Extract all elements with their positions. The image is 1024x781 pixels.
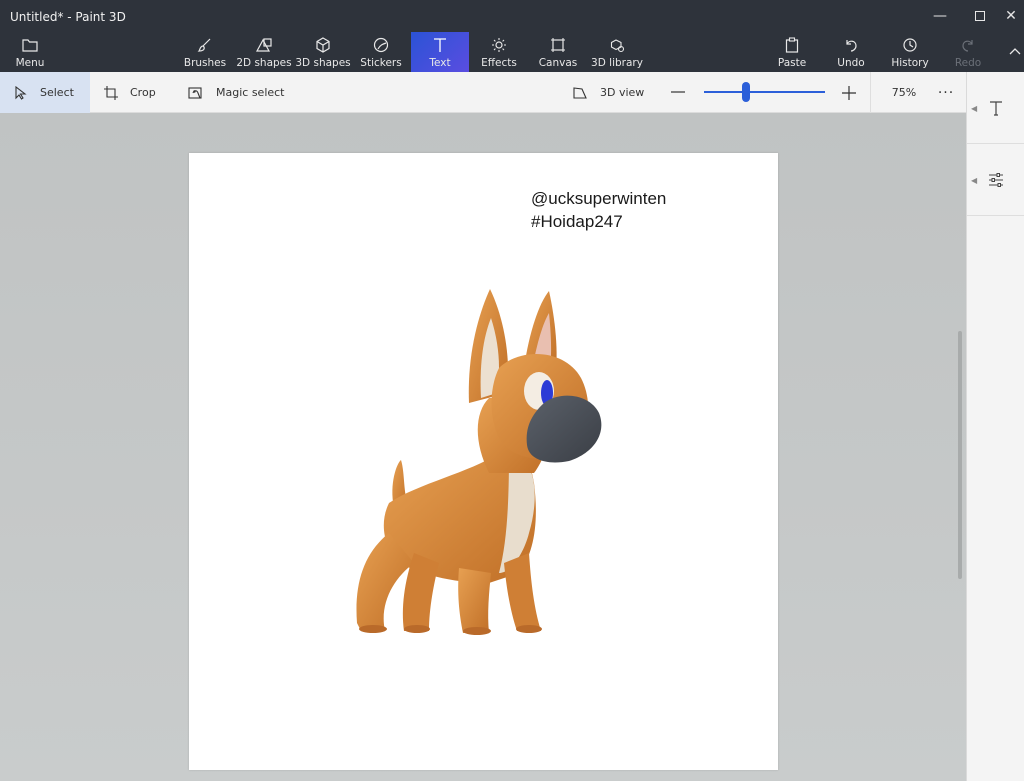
tool-label: 3D shapes bbox=[295, 57, 351, 69]
crop-button[interactable]: Crop bbox=[104, 72, 156, 113]
select-label: Select bbox=[40, 86, 74, 99]
sun-icon bbox=[488, 35, 510, 55]
workspace: @ucksuperwinten #Hoidap247 bbox=[0, 113, 966, 781]
sliders-icon bbox=[989, 172, 1003, 187]
collapse-ribbon-button[interactable] bbox=[1006, 42, 1024, 60]
cursor-icon bbox=[15, 85, 27, 100]
tool-2d-shapes[interactable]: 2D shapes bbox=[236, 32, 292, 72]
shapes-2d-icon bbox=[253, 35, 275, 55]
tool-label: 2D shapes bbox=[236, 57, 292, 69]
brush-icon bbox=[194, 35, 216, 55]
tool-label: Brushes bbox=[183, 57, 227, 69]
adjustments-panel-button[interactable]: ◀ bbox=[967, 144, 1024, 216]
history-label: History bbox=[891, 57, 929, 69]
menu-button[interactable]: Menu bbox=[10, 32, 50, 72]
redo-button[interactable]: Redo bbox=[950, 32, 986, 72]
tool-label: Text bbox=[429, 57, 451, 69]
tool-text[interactable]: Text bbox=[411, 32, 469, 72]
tool-label: 3D library bbox=[591, 57, 643, 69]
zoom-percentage[interactable]: 75% bbox=[880, 72, 928, 113]
undo-label: Undo bbox=[837, 57, 865, 69]
ribbon: Untitled* - Paint 3D — ✕ Menu Brushes 2D… bbox=[0, 0, 1024, 72]
redo-icon bbox=[957, 35, 979, 55]
view-3d-button[interactable]: 3D view bbox=[572, 72, 644, 113]
more-options-button[interactable]: ··· bbox=[936, 72, 956, 113]
zoom-out-button[interactable] bbox=[670, 84, 686, 100]
clipboard-icon bbox=[781, 35, 803, 55]
window-title: Untitled* - Paint 3D bbox=[10, 10, 126, 24]
tool-effects[interactable]: Effects bbox=[476, 32, 522, 72]
drawing-canvas[interactable]: @ucksuperwinten #Hoidap247 bbox=[189, 153, 778, 770]
magic-select-label: Magic select bbox=[216, 86, 285, 99]
minimize-button[interactable]: — bbox=[918, 4, 962, 28]
text-icon bbox=[429, 35, 451, 55]
tool-label: Canvas bbox=[538, 57, 578, 69]
view-3d-label: 3D view bbox=[600, 86, 645, 99]
expand-arrow-icon: ◀ bbox=[971, 176, 978, 185]
tool-canvas[interactable]: Canvas bbox=[536, 32, 580, 72]
history-icon bbox=[899, 35, 921, 55]
undo-icon bbox=[840, 35, 862, 55]
minus-icon bbox=[671, 91, 685, 93]
magic-select-button[interactable]: Magic select bbox=[188, 72, 285, 113]
zoom-in-button[interactable] bbox=[840, 84, 858, 102]
tool-stickers[interactable]: Stickers bbox=[356, 32, 406, 72]
maximize-button[interactable] bbox=[958, 4, 1002, 28]
crop-label: Crop bbox=[130, 86, 156, 99]
menu-label: Menu bbox=[15, 57, 45, 69]
paste-label: Paste bbox=[777, 57, 807, 69]
redo-label: Redo bbox=[954, 57, 982, 69]
tool-3d-shapes[interactable]: 3D shapes bbox=[295, 32, 351, 72]
tool-brushes[interactable]: Brushes bbox=[180, 32, 230, 72]
cube-icon bbox=[312, 35, 334, 55]
zoom-slider-thumb[interactable] bbox=[742, 82, 751, 102]
view-3d-icon bbox=[573, 86, 587, 99]
sticker-icon bbox=[370, 35, 392, 55]
side-panel: ◀ ◀ bbox=[966, 72, 1024, 781]
selection-toolbar: Select Crop Magic select 3D view 75% ··· bbox=[0, 72, 966, 113]
plus-icon bbox=[842, 86, 856, 100]
canvas-icon bbox=[547, 35, 569, 55]
paste-button[interactable]: Paste bbox=[772, 32, 812, 72]
maximize-icon bbox=[975, 11, 985, 21]
expand-arrow-icon: ◀ bbox=[971, 104, 978, 113]
crop-icon bbox=[104, 85, 118, 100]
tool-label: Effects bbox=[481, 57, 517, 69]
divider bbox=[870, 72, 871, 113]
history-button[interactable]: History bbox=[888, 32, 932, 72]
magic-select-icon bbox=[188, 86, 202, 99]
folder-icon bbox=[19, 35, 41, 55]
chevron-up-icon bbox=[1009, 48, 1021, 55]
text-icon bbox=[990, 100, 1002, 116]
text-panel-button[interactable]: ◀ bbox=[967, 72, 1024, 144]
select-button[interactable]: Select bbox=[0, 72, 90, 113]
tool-label: Stickers bbox=[360, 57, 402, 69]
close-button[interactable]: ✕ bbox=[998, 4, 1024, 28]
tool-3d-library[interactable]: 3D library bbox=[590, 32, 644, 72]
vertical-scrollbar[interactable] bbox=[958, 331, 962, 579]
zoom-slider-track[interactable] bbox=[704, 91, 825, 93]
undo-button[interactable]: Undo bbox=[832, 32, 870, 72]
library-icon bbox=[606, 35, 628, 55]
dog-3d-model[interactable] bbox=[189, 153, 778, 770]
